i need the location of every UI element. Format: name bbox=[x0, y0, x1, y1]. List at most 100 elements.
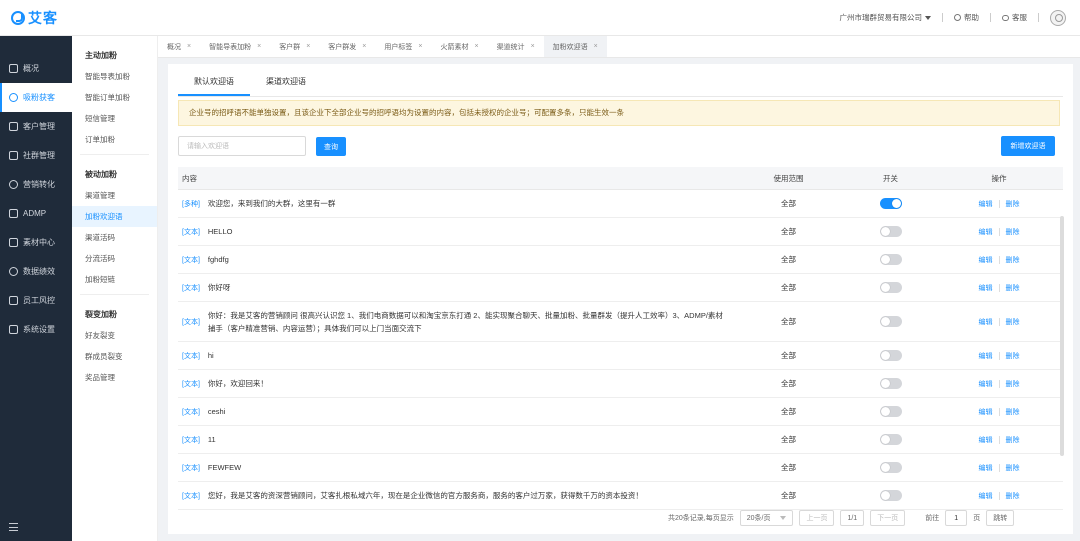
prev-page-button[interactable]: 上一页 bbox=[799, 510, 835, 526]
edit-link[interactable]: 编辑 bbox=[979, 199, 993, 209]
sidebar-item-9[interactable]: 系统设置 bbox=[0, 315, 72, 344]
subnav-item[interactable]: 渠道活码 bbox=[72, 227, 157, 248]
sidebar-item-0[interactable]: 概况 bbox=[0, 54, 72, 83]
app-logo[interactable]: 艾客 bbox=[11, 8, 58, 28]
sub-navigation: 主动加粉 智能导表加粉 智能订单加粉 短信管理 订单加粉 被动加粉 渠道管理 加粉欢迎语 渠道活… bbox=[72, 36, 158, 541]
enable-toggle[interactable] bbox=[879, 226, 902, 237]
page-tab[interactable]: 火箭素材 × bbox=[431, 36, 487, 57]
close-icon[interactable]: × bbox=[418, 43, 422, 50]
subnav-item[interactable]: 智能订单加粉 bbox=[72, 87, 157, 108]
subnav-item[interactable]: 分流活码 bbox=[72, 248, 157, 269]
enable-toggle[interactable] bbox=[879, 378, 902, 389]
cell-content: [文本] ceshi bbox=[178, 405, 736, 418]
header-content: 内容 bbox=[182, 173, 197, 183]
table-row: [文本] fghdfg 全部 编辑 删除 bbox=[178, 246, 1063, 274]
enable-toggle[interactable] bbox=[879, 282, 902, 293]
jump-button[interactable]: 跳转 bbox=[986, 510, 1015, 526]
enable-toggle[interactable] bbox=[879, 198, 902, 209]
query-button[interactable]: 查询 bbox=[316, 137, 346, 156]
sidebar-item-3[interactable]: 社群管理 bbox=[0, 141, 72, 170]
help-link[interactable]: 帮助 bbox=[954, 12, 979, 23]
next-page-button[interactable]: 下一页 bbox=[870, 510, 906, 526]
close-icon[interactable]: × bbox=[257, 43, 261, 50]
page-tab[interactable]: 客户群 × bbox=[270, 36, 319, 57]
close-icon[interactable]: × bbox=[187, 43, 191, 50]
notice-banner: 企业号的招呼语不能单独设置，且该企业下全部企业号的招呼语均为设置的内容，包括未授… bbox=[178, 100, 1060, 126]
close-icon[interactable]: × bbox=[594, 43, 598, 50]
inner-tab[interactable]: 渠道欢迎语 bbox=[250, 72, 322, 96]
delete-link[interactable]: 删除 bbox=[1006, 407, 1020, 417]
sidebar-item-label: 客户管理 bbox=[23, 122, 55, 131]
sidebar-item-8[interactable]: 员工风控 bbox=[0, 286, 72, 315]
enable-toggle[interactable] bbox=[879, 406, 902, 417]
edit-link[interactable]: 编辑 bbox=[979, 435, 993, 445]
enable-toggle[interactable] bbox=[879, 350, 902, 361]
sidebar-item-7[interactable]: 数据绩效 bbox=[0, 257, 72, 286]
delete-link[interactable]: 删除 bbox=[1006, 379, 1020, 389]
subnav-group-title: 被动加粉 bbox=[85, 170, 117, 179]
subnav-item[interactable]: 加粉欢迎语 bbox=[72, 206, 157, 227]
edit-link[interactable]: 编辑 bbox=[979, 463, 993, 473]
delete-link[interactable]: 删除 bbox=[1006, 227, 1020, 237]
close-icon[interactable]: × bbox=[531, 43, 535, 50]
edit-link[interactable]: 编辑 bbox=[979, 491, 993, 501]
page-tab[interactable]: 加粉欢迎语 × bbox=[543, 36, 607, 57]
table-row: [文本] ceshi 全部 编辑 删除 bbox=[178, 398, 1063, 426]
inner-tab[interactable]: 默认欢迎语 bbox=[178, 72, 250, 96]
edit-link[interactable]: 编辑 bbox=[979, 283, 993, 293]
avatar[interactable] bbox=[1050, 9, 1066, 26]
page-size-select[interactable]: 20条/页 bbox=[739, 510, 794, 526]
edit-link[interactable]: 编辑 bbox=[979, 351, 993, 361]
enable-toggle[interactable] bbox=[879, 254, 902, 265]
subnav-item[interactable]: 加粉短链 bbox=[72, 269, 157, 290]
service-link[interactable]: 客服 bbox=[1002, 12, 1027, 23]
close-icon[interactable]: × bbox=[306, 43, 310, 50]
page-tab[interactable]: 客户群发 × bbox=[319, 36, 375, 57]
subnav-item[interactable]: 群成员裂变 bbox=[72, 346, 157, 367]
page-tab[interactable]: 概况 × bbox=[158, 36, 200, 57]
sidebar-item-6[interactable]: 素材中心 bbox=[0, 228, 72, 257]
sidebar-item-5[interactable]: ADMP bbox=[0, 199, 72, 228]
tab-label: 客户群发 bbox=[328, 43, 357, 51]
edit-link[interactable]: 编辑 bbox=[979, 255, 993, 265]
delete-link[interactable]: 删除 bbox=[1006, 199, 1020, 209]
delete-link[interactable]: 删除 bbox=[1006, 283, 1020, 293]
content-type-tag: [文本] bbox=[182, 492, 200, 500]
table-scrollbar[interactable] bbox=[1060, 216, 1064, 456]
edit-link[interactable]: 编辑 bbox=[979, 379, 993, 389]
enable-toggle[interactable] bbox=[879, 434, 902, 445]
sidebar-item-1[interactable]: 吸粉获客 bbox=[0, 83, 72, 112]
close-icon[interactable]: × bbox=[474, 43, 478, 50]
subnav-item[interactable]: 好友裂变 bbox=[72, 325, 157, 346]
delete-link[interactable]: 删除 bbox=[1006, 255, 1020, 265]
edit-link[interactable]: 编辑 bbox=[979, 227, 993, 237]
add-welcome-button[interactable]: 新增欢迎语 bbox=[1001, 136, 1055, 156]
edit-link[interactable]: 编辑 bbox=[979, 407, 993, 417]
subnav-item[interactable]: 短信管理 bbox=[72, 108, 157, 129]
company-selector[interactable]: 广州市瑞群贸易有限公司 bbox=[840, 12, 931, 23]
page-tab[interactable]: 智能导表加粉 × bbox=[200, 36, 270, 57]
divider bbox=[998, 317, 1000, 326]
subnav-item[interactable]: 渠道管理 bbox=[72, 185, 157, 206]
delete-link[interactable]: 删除 bbox=[1006, 351, 1020, 361]
goto-page-input[interactable] bbox=[945, 510, 968, 526]
content-type-tag: [文本] bbox=[182, 464, 200, 472]
enable-toggle[interactable] bbox=[879, 316, 902, 327]
enable-toggle[interactable] bbox=[879, 490, 902, 501]
delete-link[interactable]: 删除 bbox=[1006, 463, 1020, 473]
page-tab[interactable]: 用户标签 × bbox=[375, 36, 431, 57]
search-input[interactable] bbox=[178, 136, 306, 156]
delete-link[interactable]: 删除 bbox=[1006, 317, 1020, 327]
close-icon[interactable]: × bbox=[362, 43, 366, 50]
delete-link[interactable]: 删除 bbox=[1006, 435, 1020, 445]
edit-link[interactable]: 编辑 bbox=[979, 317, 993, 327]
subnav-item[interactable]: 奖品管理 bbox=[72, 367, 157, 388]
enable-toggle[interactable] bbox=[879, 462, 902, 473]
subnav-item[interactable]: 智能导表加粉 bbox=[72, 66, 157, 87]
delete-link[interactable]: 删除 bbox=[1006, 491, 1020, 501]
sidebar-item-2[interactable]: 客户管理 bbox=[0, 112, 72, 141]
collapse-menu-icon[interactable] bbox=[9, 523, 18, 531]
subnav-item[interactable]: 订单加粉 bbox=[72, 129, 157, 150]
page-tab[interactable]: 渠道统计 × bbox=[488, 36, 544, 57]
sidebar-item-4[interactable]: 营销转化 bbox=[0, 170, 72, 199]
